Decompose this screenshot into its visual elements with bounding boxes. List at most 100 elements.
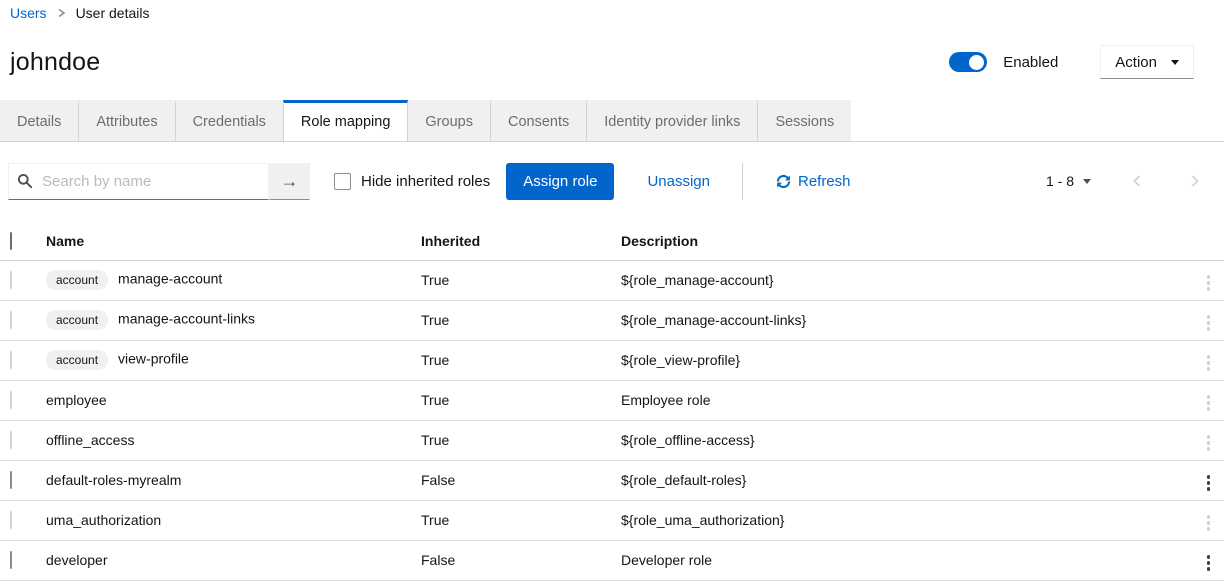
role-name: offline_access [46, 432, 134, 448]
tab-bar: Details Attributes Credentials Role mapp… [0, 100, 1224, 142]
role-name: manage-account-links [118, 311, 255, 327]
enabled-toggle[interactable] [949, 52, 987, 72]
pagination-next-button[interactable] [1177, 168, 1213, 194]
tab-label: Identity provider links [604, 114, 740, 130]
role-inherited: True [411, 340, 611, 380]
caret-down-icon [1083, 179, 1091, 184]
row-checkbox[interactable] [10, 311, 12, 329]
table-row: employee True Employee role [0, 380, 1224, 420]
unassign-button[interactable]: Unassign [647, 173, 710, 190]
sync-icon [776, 174, 791, 189]
pagination-prev-button[interactable] [1119, 168, 1155, 194]
refresh-label: Refresh [798, 173, 851, 190]
tab-label: Role mapping [301, 114, 390, 130]
search-input[interactable]: Search by name [8, 163, 269, 200]
chevron-right-icon [57, 7, 66, 19]
table-header-row: Name Inherited Description [0, 223, 1224, 260]
pagination: 1 - 8 [1046, 168, 1213, 194]
chevron-left-icon [1132, 174, 1142, 188]
arrow-right-icon: → [281, 171, 299, 192]
page-title: johndoe [10, 48, 100, 77]
refresh-button[interactable]: Refresh [776, 173, 851, 190]
row-checkbox[interactable] [10, 431, 12, 449]
role-description: ${role_uma_authorization} [611, 500, 1186, 540]
toolbar: Search by name → Hide inherited roles As… [0, 142, 1224, 200]
tab-groups[interactable]: Groups [408, 100, 490, 141]
pagination-range-dropdown[interactable]: 1 - 8 [1046, 173, 1091, 189]
table-row: offline_access True ${role_offline-acces… [0, 420, 1224, 460]
tab-sessions[interactable]: Sessions [757, 100, 851, 141]
tab-label: Consents [508, 114, 569, 130]
client-badge: account [46, 310, 108, 329]
row-checkbox[interactable] [10, 391, 12, 409]
kebab-menu-button[interactable] [1201, 271, 1217, 295]
kebab-menu-button[interactable] [1201, 431, 1217, 455]
action-dropdown[interactable]: Action [1100, 45, 1194, 79]
tab-credentials[interactable]: Credentials [175, 100, 283, 141]
row-checkbox[interactable] [10, 511, 12, 529]
tab-consents[interactable]: Consents [490, 100, 586, 141]
breadcrumb: Users User details [0, 0, 1224, 22]
tab-label: Groups [425, 114, 473, 130]
caret-down-icon [1171, 60, 1179, 65]
toggle-knob [969, 55, 984, 70]
table-row: developer False Developer role [0, 540, 1224, 580]
kebab-menu-button[interactable] [1201, 391, 1217, 415]
tab-label: Credentials [193, 114, 266, 130]
page-header: johndoe Enabled Action [0, 22, 1224, 84]
toolbar-divider [742, 163, 743, 200]
search-icon [17, 173, 33, 189]
role-description: ${role_manage-account-links} [611, 300, 1186, 340]
role-inherited: True [411, 300, 611, 340]
assign-role-button[interactable]: Assign role [506, 163, 614, 200]
search-submit-button[interactable]: → [269, 163, 310, 200]
header-controls: Enabled Action [949, 45, 1194, 79]
row-checkbox[interactable] [10, 551, 12, 569]
tab-details[interactable]: Details [0, 100, 78, 141]
table-row: accountmanage-account True ${role_manage… [0, 260, 1224, 300]
hide-inherited-control: Hide inherited roles [334, 173, 490, 190]
pagination-nav [1119, 168, 1213, 194]
hide-inherited-label: Hide inherited roles [361, 173, 490, 190]
role-description: ${role_default-roles} [611, 460, 1186, 500]
breadcrumb-link-users[interactable]: Users [10, 5, 47, 21]
table-row: account manage-account-links True ${role_… [0, 300, 1224, 340]
role-description: ${role_view-profile} [611, 340, 1186, 380]
role-inherited: True [411, 500, 611, 540]
hide-inherited-checkbox[interactable] [334, 173, 351, 190]
kebab-menu-button[interactable] [1201, 311, 1217, 335]
row-checkbox[interactable] [10, 471, 12, 489]
tab-label: Sessions [775, 114, 834, 130]
tab-identity-provider-links[interactable]: Identity provider links [586, 100, 757, 141]
role-inherited: False [411, 540, 611, 580]
breadcrumb-current: User details [76, 5, 150, 21]
role-name: manage-account [118, 271, 222, 287]
kebab-menu-button[interactable] [1201, 471, 1217, 495]
role-mapping-table: Name Inherited Description accountmanage… [0, 223, 1224, 581]
column-header-inherited: Inherited [411, 223, 611, 260]
search-placeholder: Search by name [42, 173, 151, 190]
role-name: default-roles-myrealm [46, 472, 181, 488]
role-inherited: True [411, 420, 611, 460]
kebab-menu-button[interactable] [1201, 511, 1217, 535]
role-name: employee [46, 392, 107, 408]
role-name: developer [46, 552, 108, 568]
tab-role-mapping[interactable]: Role mapping [283, 100, 408, 141]
client-badge: account [46, 350, 108, 369]
role-description: ${role_offline-access} [611, 420, 1186, 460]
table-row: accountview-profile True ${role_view-pro… [0, 340, 1224, 380]
select-all-checkbox[interactable] [10, 232, 12, 250]
row-checkbox[interactable] [10, 351, 12, 369]
row-checkbox[interactable] [10, 271, 12, 289]
kebab-menu-button[interactable] [1201, 551, 1217, 575]
column-header-name: Name [36, 223, 411, 260]
kebab-menu-button[interactable] [1201, 351, 1217, 375]
tab-label: Attributes [96, 114, 157, 130]
table-row: default-roles-myrealm False ${role_defau… [0, 460, 1224, 500]
role-description: Employee role [611, 380, 1186, 420]
role-inherited: True [411, 260, 611, 300]
role-inherited: False [411, 460, 611, 500]
pagination-range-label: 1 - 8 [1046, 173, 1074, 189]
tab-attributes[interactable]: Attributes [78, 100, 174, 141]
tab-label: Details [17, 114, 61, 130]
